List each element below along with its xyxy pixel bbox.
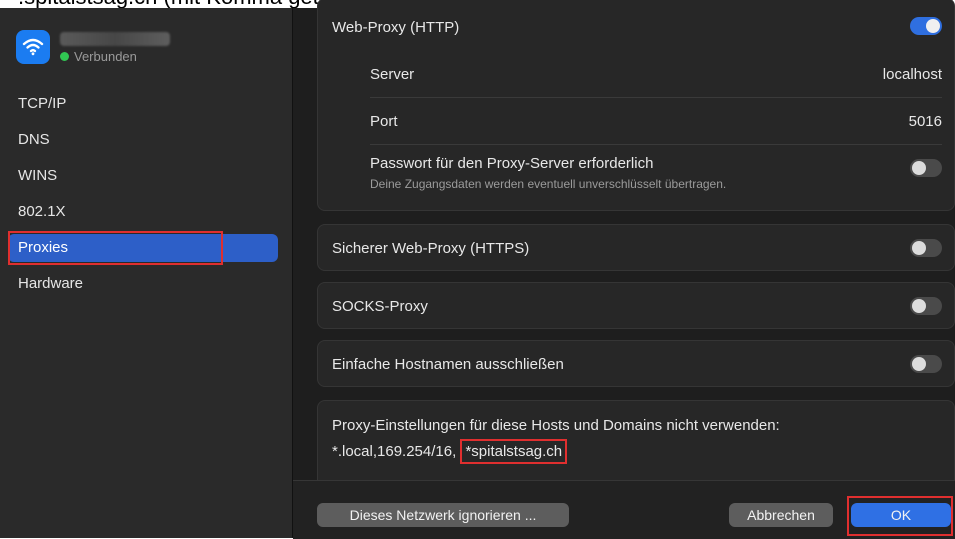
- port-label: Port: [370, 113, 398, 130]
- https-proxy-toggle[interactable]: [910, 239, 942, 257]
- bypass-label: Proxy-Einstellungen für diese Hosts und …: [332, 417, 780, 434]
- sidebar: Verbunden TCP/IP DNS WINS 802.1X Proxies…: [0, 8, 293, 538]
- socks-proxy-label: SOCKS-Proxy: [332, 298, 428, 315]
- network-name-redacted: [60, 32, 170, 46]
- server-value[interactable]: localhost: [883, 66, 942, 83]
- divider: [370, 144, 942, 145]
- port-row: Port 5016: [318, 111, 954, 141]
- sidebar-item-proxies[interactable]: Proxies: [8, 231, 278, 265]
- sidebar-list: TCP/IP DNS WINS 802.1X Proxies Hardware: [8, 90, 278, 306]
- network-header: Verbunden: [16, 30, 276, 70]
- ok-highlight-box: [847, 496, 953, 536]
- bypass-hosts-text: *.local,169.254/16,: [332, 443, 461, 460]
- wifi-icon: [16, 30, 50, 64]
- connected-dot-icon: [60, 52, 69, 61]
- main-content: Web-Proxy (HTTP) Server localhost Port 5…: [293, 0, 955, 539]
- server-label: Server: [370, 66, 415, 83]
- https-proxy-card: Sicherer Web-Proxy (HTTPS): [317, 224, 955, 271]
- https-proxy-label: Sicherer Web-Proxy (HTTPS): [332, 240, 530, 257]
- sidebar-item-wins[interactable]: WINS: [8, 162, 278, 190]
- simple-hostnames-toggle[interactable]: [910, 355, 942, 373]
- password-toggle[interactable]: [910, 159, 942, 177]
- cancel-button[interactable]: Abbrechen: [729, 503, 833, 527]
- socks-proxy-toggle[interactable]: [910, 297, 942, 315]
- port-value[interactable]: 5016: [909, 113, 942, 130]
- sidebar-item-8021x[interactable]: 802.1X: [8, 198, 278, 226]
- password-label: Passwort für den Proxy-Server erforderli…: [370, 155, 654, 172]
- proxies-highlight-box: [8, 231, 223, 265]
- network-settings-window: Verbunden TCP/IP DNS WINS 802.1X Proxies…: [0, 0, 955, 539]
- bypass-card: Proxy-Einstellungen für diese Hosts und …: [317, 400, 955, 480]
- sidebar-item-hardware[interactable]: Hardware: [8, 270, 278, 298]
- password-row: Passwort für den Proxy-Server erforderli…: [318, 155, 954, 200]
- web-proxy-card: Web-Proxy (HTTP) Server localhost Port 5…: [317, 0, 955, 211]
- web-proxy-label: Web-Proxy (HTTP): [332, 19, 460, 36]
- network-status-label: Verbunden: [74, 49, 137, 64]
- simple-hostnames-card: Einfache Hostnamen ausschließen: [317, 340, 955, 387]
- bypass-hosts-field[interactable]: *.local,169.254/16, *spitalstsag.ch: [332, 439, 568, 464]
- divider: [370, 97, 942, 98]
- sidebar-item-tcpip[interactable]: TCP/IP: [8, 90, 278, 118]
- server-row: Server localhost: [318, 64, 954, 94]
- dialog-footer: Dieses Netzwerk ignorieren ... Abbrechen…: [293, 480, 955, 539]
- web-proxy-toggle[interactable]: [910, 17, 942, 35]
- sidebar-item-dns[interactable]: DNS: [8, 126, 278, 154]
- network-status: Verbunden: [60, 49, 137, 64]
- simple-hostnames-label: Einfache Hostnamen ausschließen: [332, 356, 564, 373]
- socks-proxy-card: SOCKS-Proxy: [317, 282, 955, 329]
- ignore-network-button[interactable]: Dieses Netzwerk ignorieren ...: [317, 503, 569, 527]
- bypass-hosts-highlight: *spitalstsag.ch: [460, 439, 568, 464]
- password-sublabel: Deine Zugangsdaten werden eventuell unve…: [370, 177, 727, 191]
- web-proxy-row: Web-Proxy (HTTP): [318, 17, 954, 47]
